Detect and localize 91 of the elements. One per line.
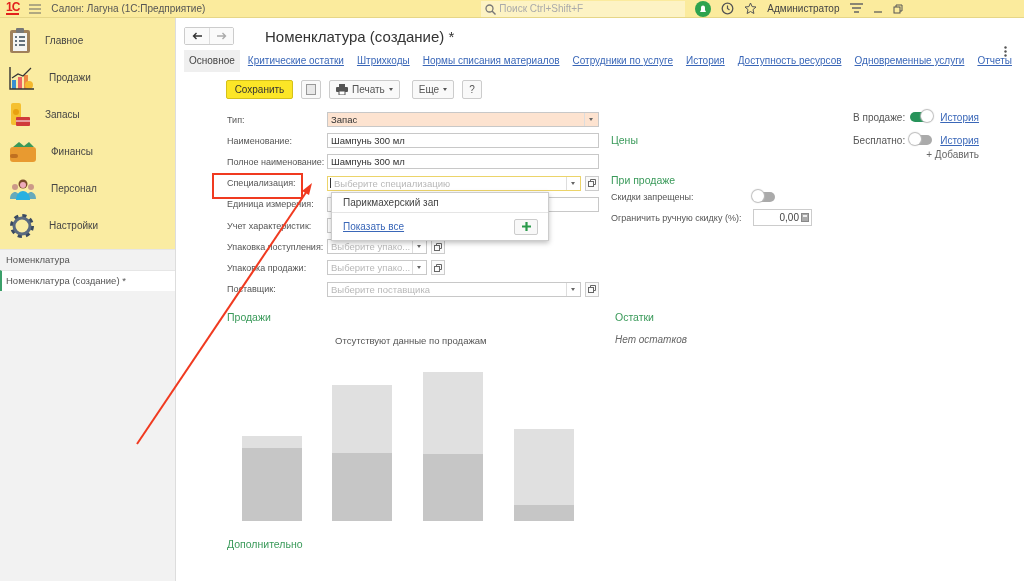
input-field[interactable]: Шампунь 300 мл (327, 154, 599, 170)
dropdown-item[interactable]: Парикмахерский зап (332, 192, 548, 213)
open-window-icon (434, 242, 442, 251)
section-label: Продажи (49, 72, 91, 83)
no-data-message: Отсутствуют данные по продажам (335, 334, 488, 346)
input-field[interactable]: Запас (327, 112, 599, 128)
section-item[interactable]: Настройки (0, 207, 175, 244)
section-heading: Остатки (615, 310, 655, 323)
number-field[interactable]: 0,00 (753, 209, 812, 226)
clipboard-icon (9, 27, 31, 54)
section-heading: Цены (611, 134, 638, 146)
tab[interactable]: Нормы списания материалов (417, 50, 565, 72)
search-field[interactable]: Поиск Ctrl+Shift+F (481, 0, 686, 17)
history-link[interactable]: История (940, 111, 979, 123)
back-arrow-icon (192, 32, 202, 40)
search-icon (485, 3, 497, 15)
save-button[interactable]: Сохранить (226, 80, 293, 99)
document-button[interactable] (301, 80, 321, 99)
history-icon[interactable] (721, 2, 735, 15)
section-item[interactable]: Финансы (0, 133, 175, 170)
document-icon (306, 84, 316, 95)
section-heading: Продажи (227, 310, 272, 323)
tab[interactable]: Сотрудники по услуге (567, 50, 678, 72)
people-icon (9, 177, 37, 200)
section-item[interactable]: Персонал (0, 170, 175, 207)
section-heading: При продаже (611, 174, 677, 186)
switch-label: Бесплатно: (853, 134, 906, 146)
section-item[interactable]: Главное (0, 22, 175, 59)
toggle-switch[interactable] (910, 112, 933, 122)
user-name[interactable]: Администратор (767, 3, 840, 14)
section-item[interactable]: Продажи (0, 59, 175, 96)
tab[interactable]: Критические остатки (242, 50, 349, 72)
menu-icon[interactable] (29, 3, 42, 14)
forward-arrow-icon (216, 32, 227, 40)
tab[interactable]: История (680, 50, 730, 72)
input-field[interactable]: Шампунь 300 мл (327, 133, 599, 149)
field-label: Скидки запрещены: (611, 191, 695, 202)
open-window-icon (588, 285, 596, 294)
section-label: Персонал (51, 183, 97, 194)
more-button[interactable]: Еще (411, 80, 455, 99)
text-cursor (330, 178, 331, 189)
products-icon (9, 101, 31, 128)
gear-icon (9, 212, 35, 239)
help-button[interactable]: ? (462, 80, 483, 99)
open-window-icon (434, 263, 442, 272)
plus-icon (521, 222, 531, 232)
section-heading: Дополнительно (227, 537, 304, 550)
history-link[interactable]: История (940, 134, 979, 146)
restore-icon[interactable] (892, 3, 903, 14)
show-all-link[interactable]: Показать все (343, 221, 405, 233)
back-button[interactable] (185, 28, 209, 44)
toggle-switch[interactable] (753, 191, 775, 202)
printer-icon (336, 84, 348, 95)
field-label: Специализация: (227, 178, 297, 189)
form-title: Номенклатура (создание) * (265, 27, 455, 45)
open-window-icon (588, 179, 596, 188)
add-button[interactable] (514, 218, 538, 235)
section-item[interactable]: Запасы (0, 96, 175, 133)
section-label: Главное (45, 35, 84, 46)
tab[interactable]: Штрихкоды (351, 50, 415, 72)
field-label: Полное наименование: (227, 156, 326, 167)
app-title: Салон: Лагуна (1С:Предприятие) (51, 3, 207, 14)
field-label: Тип: (227, 114, 246, 125)
open-button[interactable] (431, 260, 445, 276)
toggle-switch[interactable] (910, 135, 933, 145)
switch-label: В продаже: (853, 111, 906, 123)
wallet-icon (9, 140, 37, 163)
open-button[interactable] (585, 175, 599, 191)
field-label: Наименование: (227, 135, 293, 146)
section-label: Настройки (49, 220, 99, 231)
section-label: Запасы (45, 109, 80, 120)
open-button[interactable] (585, 281, 599, 297)
caret-icon (443, 88, 448, 91)
section-label: Финансы (51, 146, 93, 157)
star-icon[interactable] (744, 2, 758, 15)
logo[interactable]: 1С (6, 2, 20, 15)
calculator-icon[interactable] (801, 213, 809, 222)
settings-menu-icon[interactable] (849, 3, 863, 14)
more-icon[interactable] (1004, 46, 1007, 57)
open-window-item[interactable]: Номенклатура (создание) * (0, 270, 175, 291)
tab[interactable]: Одновременные услуги (849, 50, 970, 72)
no-stock-message: Нет остатков (615, 333, 687, 345)
field-label: Ограничить ручную скидку (%): (611, 212, 743, 223)
tab[interactable]: Доступность ресурсов (732, 50, 847, 72)
tab[interactable]: Отчеты (972, 50, 1017, 72)
tab[interactable]: Основное (184, 50, 240, 72)
bar-chart-icon (9, 65, 35, 90)
caret-icon (388, 88, 393, 91)
print-button[interactable]: Печать (329, 80, 400, 99)
add-price-link[interactable]: + Добавить (926, 149, 979, 163)
bell-icon[interactable] (695, 0, 712, 17)
